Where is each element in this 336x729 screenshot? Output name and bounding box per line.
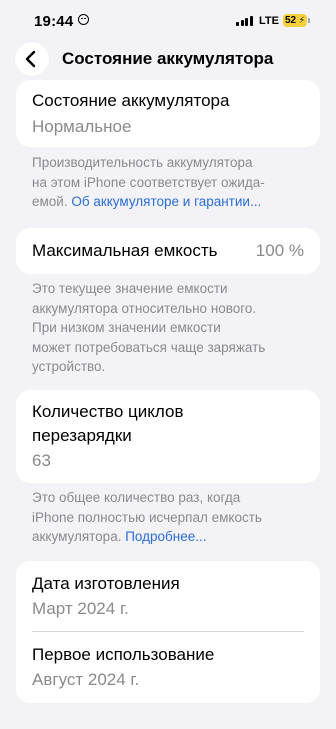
- maximum-capacity-label: Максимальная емкость: [32, 241, 218, 260]
- maximum-capacity-card: Максимальная емкость 100 %: [16, 228, 320, 274]
- battery-icon: 52 ⚡: [283, 14, 307, 27]
- battery-percent: 52: [285, 15, 297, 26]
- battery-health-label: Состояние аккумулятора: [32, 91, 230, 110]
- manufacture-date-label: Дата изготовления: [32, 574, 180, 593]
- cellular-signal-icon: [236, 16, 254, 26]
- cycle-count-value: 63: [32, 451, 51, 470]
- cycle-count-label-line2: перезарядки: [32, 426, 132, 445]
- footnote-line: Производительность аккумулятора: [32, 155, 253, 170]
- footnote-line: При низком значении емкости: [32, 320, 221, 335]
- cycle-count-label-line1: Количество циклов: [32, 402, 184, 421]
- battery-tip: [308, 18, 310, 23]
- first-use-label: Первое использование: [32, 645, 215, 664]
- battery-health-footnote: Производительность аккумулятора на этом …: [32, 153, 312, 212]
- back-button[interactable]: [15, 42, 49, 76]
- dates-card: Дата изготовления Март 2024 г. Первое ис…: [16, 561, 320, 703]
- footnote-line: Это текущее значение емкости: [32, 281, 228, 296]
- footnote-line: емой. Об аккумуляторе и гарантии...: [32, 192, 312, 212]
- footnote-line: аккумулятора. Подробнее...: [32, 527, 312, 547]
- capacity-footnote: Это текущее значение емкости аккумулятор…: [32, 279, 312, 377]
- network-type: LTE: [259, 15, 279, 27]
- learn-more-link[interactable]: Подробнее...: [125, 529, 206, 544]
- divider: [32, 631, 304, 632]
- charging-bolt-icon: ⚡: [298, 15, 305, 25]
- footnote-line: аккумулятора относительно нового.: [32, 300, 257, 316]
- status-time: 19:44: [34, 13, 74, 30]
- cycle-count-card: Количество циклов перезарядки 63: [16, 390, 320, 483]
- footnote-text: аккумулятора.: [32, 529, 126, 544]
- first-use-value: Август 2024 г.: [32, 670, 140, 689]
- status-bar: 19:44 LTE 52 ⚡: [0, 0, 336, 40]
- footnote-line: устройство.: [32, 359, 106, 374]
- battery-health-card: Состояние аккумулятора Нормальное: [16, 80, 320, 147]
- footnote-line: iPhone полностью исчерпал емкость: [32, 509, 262, 525]
- chevron-left-icon: [25, 50, 36, 68]
- manufacture-date-value: Март 2024 г.: [32, 599, 129, 618]
- footnote-line: Это общее количество раз, когда: [32, 490, 241, 505]
- battery-health-value: Нормальное: [32, 117, 132, 136]
- cycle-count-footnote: Это общее количество раз, когда iPhone п…: [32, 488, 312, 547]
- footnote-line: на этом iPhone соответствует ожида-: [32, 174, 265, 190]
- footnote-line: может потребоваться чаще заряжать: [32, 339, 266, 355]
- maximum-capacity-value: 100 %: [255, 241, 304, 260]
- focus-face-icon: [78, 14, 89, 25]
- footnote-text: емой.: [32, 194, 72, 209]
- battery-warranty-link[interactable]: Об аккумуляторе и гарантии...: [71, 194, 261, 209]
- page-title: Состояние аккумулятора: [62, 49, 274, 68]
